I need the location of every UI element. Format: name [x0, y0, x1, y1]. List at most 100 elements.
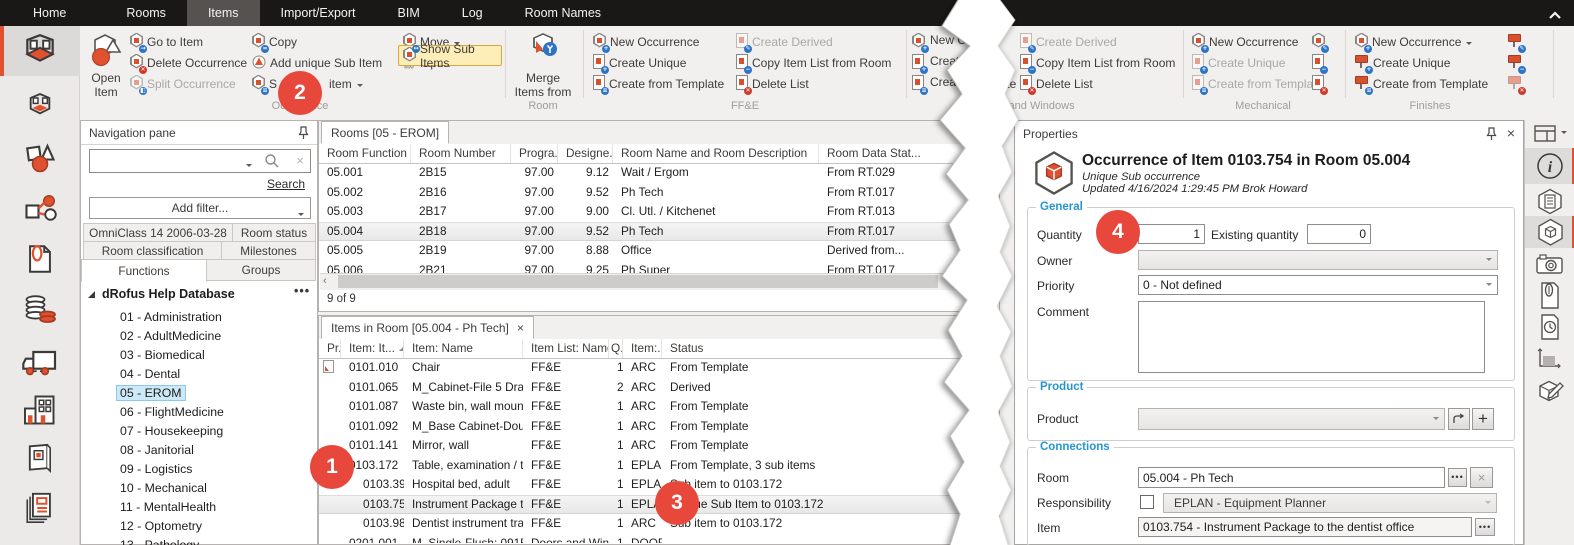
tree-item[interactable]: 10 - Mechanical	[116, 480, 211, 496]
sidebar-documents-module[interactable]	[0, 236, 80, 282]
doors-create-from-template-button[interactable]: ≡ Create from Template	[912, 75, 924, 92]
tree-item[interactable]: 07 - Housekeeping	[116, 423, 227, 439]
item-browse-button[interactable]: •••	[1475, 518, 1495, 536]
mech-new-occurrence-button[interactable]: + New Occurrence	[1192, 33, 1298, 50]
open-item-button[interactable]: Open Item	[85, 32, 127, 99]
rail-history-tab[interactable]	[1525, 312, 1574, 342]
rail-attachments-tab[interactable]	[1525, 280, 1574, 310]
comment-textarea[interactable]	[1138, 301, 1485, 373]
doors-new-occurrence-button[interactable]: + New Occurrence	[912, 33, 925, 50]
navigation-search-input[interactable]: ×	[89, 149, 311, 173]
go-to-item-button[interactable]: → Go to Item	[130, 33, 203, 50]
rooms-tab[interactable]: Rooms [05 - EROM]	[321, 121, 449, 144]
tree-item[interactable]: 13 - Pathology	[116, 537, 203, 545]
ffe-create-derived-button[interactable]: ✎ Create Derived	[736, 33, 833, 50]
sidebar-systems-module[interactable]	[0, 186, 80, 234]
sidebar-room-templates-module[interactable]	[0, 82, 80, 130]
tree-item[interactable]: 04 - Dental	[116, 366, 184, 382]
item-row[interactable]: 0103.172Table, examination / tre...FF&E1…	[319, 456, 999, 476]
room-clear-button[interactable]: ×	[1470, 467, 1493, 488]
fin-copy-list-button[interactable]: −	[1508, 54, 1522, 71]
room-row[interactable]: 05.0032B1797.009.00Cl. Utl. / KitchenetF…	[319, 202, 999, 222]
rail-edit-model-tab[interactable]	[1525, 376, 1574, 406]
room-row[interactable]: 05.0012B1597.009.12Wait / ErgomFrom RT.0…	[319, 163, 999, 183]
priority-dropdown[interactable]: 0 - Not defined	[1138, 275, 1498, 295]
search-icon[interactable]	[264, 153, 280, 174]
close-tab-icon[interactable]: ×	[517, 321, 524, 335]
fin-create-derived-button[interactable]: ✎	[1508, 33, 1522, 50]
item-input[interactable]: 0103.754 - Instrument Package to the den…	[1138, 517, 1472, 537]
ffe-copy-item-list-button[interactable]: − Copy Item List from Room	[736, 54, 891, 71]
rail-info-tab[interactable]: i	[1525, 148, 1574, 184]
tab-groups[interactable]: Groups	[206, 259, 316, 281]
tree-item[interactable]: 01 - Administration	[116, 309, 226, 325]
product-add-button[interactable]: +	[1472, 408, 1494, 430]
tree-item[interactable]: 08 - Janitorial	[116, 442, 198, 458]
tree-item[interactable]: 11 - MentalHealth	[116, 499, 220, 515]
menu-room-names[interactable]: Room Names	[504, 0, 622, 26]
tree-item[interactable]: 03 - Biomedical	[116, 347, 209, 363]
tab-omniclass[interactable]: OmniClass 14 2006-03-28	[83, 223, 233, 242]
tab-functions[interactable]: Functions	[81, 259, 207, 282]
item-row[interactable]: 0101.087Waste bin, wall mountedFF&E1ARCF…	[319, 397, 999, 417]
tree-item-selected[interactable]: 05 - EROM	[116, 385, 186, 401]
room-row[interactable]: 05.0022B1697.009.52Ph TechFrom RT.017	[319, 183, 999, 203]
close-panel-icon[interactable]: ×	[1507, 125, 1515, 141]
fin-delete-list-button[interactable]: ✕	[1508, 75, 1522, 92]
doors-delete-list-button[interactable]: ✕ Delete List	[1020, 75, 1093, 92]
collapse-ribbon-icon[interactable]	[1548, 7, 1562, 25]
menu-import-export[interactable]: Import/Export	[260, 0, 377, 26]
item-row[interactable]: 0101.092M_Base Cabinet-Double...FF&E1ARC…	[319, 417, 999, 437]
tab-room-status[interactable]: Room status	[232, 223, 316, 242]
ffe-delete-list-button[interactable]: ✕ Delete List	[736, 75, 809, 92]
ffe-create-from-template-button[interactable]: ≡ Create from Template	[593, 75, 724, 92]
rooms-horizontal-scrollbar[interactable]: ‹	[320, 273, 998, 290]
tree-item[interactable]: 12 - Optometry	[116, 518, 206, 534]
tree-expander-icon[interactable]	[87, 290, 96, 299]
menu-items[interactable]: Items	[187, 0, 260, 26]
sidebar-logistics-module[interactable]	[0, 338, 80, 386]
fin-create-from-template-button[interactable]: ≡ Create from Template	[1355, 75, 1488, 92]
rail-layout-button[interactable]	[1525, 123, 1574, 145]
product-dropdown[interactable]	[1138, 408, 1445, 430]
rail-photos-tab[interactable]	[1525, 250, 1574, 278]
mech-create-from-template-button[interactable]: ≡ Create from Template	[1192, 75, 1323, 92]
doors-create-unique-button[interactable]: + Create Unique	[912, 54, 924, 71]
tree-item[interactable]: 06 - FlightMedicine	[116, 404, 228, 420]
copy-button[interactable]: = Copy	[252, 33, 297, 50]
doors-copy-item-list-button[interactable]: − Copy Item List from Room	[1020, 54, 1175, 71]
quantity-input[interactable]: 1	[1138, 224, 1205, 244]
split-occurrence-button[interactable]: ◧ Split Occurrence	[130, 75, 236, 92]
sidebar-buildings-module[interactable]	[0, 388, 80, 432]
fin-create-unique-button[interactable]: + Create Unique	[1355, 54, 1450, 71]
fin-new-occurrence-button[interactable]: + New Occurrence	[1355, 33, 1472, 50]
pin-icon[interactable]	[298, 126, 309, 143]
menu-rooms[interactable]: Rooms	[105, 0, 187, 26]
ffe-create-unique-button[interactable]: + Create Unique	[593, 54, 686, 71]
delete-occurrence-button[interactable]: ✕ Delete Occurrence	[130, 54, 247, 71]
scrollbar-thumb[interactable]	[338, 275, 938, 288]
doors-create-derived-button[interactable]: ✎ Create Derived	[1020, 33, 1117, 50]
clear-search-icon[interactable]: ×	[296, 153, 304, 168]
product-goto-button[interactable]	[1448, 408, 1470, 430]
rail-item-data-tab[interactable]	[1525, 186, 1574, 216]
merge-items-from-button[interactable]: Merge Items from	[512, 32, 574, 99]
menu-home[interactable]: Home	[12, 0, 87, 26]
search-options-caret-icon[interactable]	[246, 164, 252, 170]
ffe-new-occurrence-button[interactable]: + New Occurrence	[593, 33, 699, 50]
room-input[interactable]: 05.004 - Ph Tech	[1138, 467, 1445, 488]
menu-bim[interactable]: BIM	[377, 0, 441, 26]
item-row[interactable]: 0201.001M_Single-Flush: 0915 x...Doors a…	[319, 534, 999, 544]
responsibility-dropdown[interactable]: EPLAN - Equipment Planner	[1163, 493, 1497, 513]
tree-menu-icon[interactable]: •••	[294, 284, 310, 298]
sidebar-reports-module[interactable]	[0, 484, 80, 532]
tree-item[interactable]: 02 - AdultMedicine	[116, 328, 225, 344]
search-link[interactable]: Search	[267, 177, 305, 191]
item-row[interactable]: 0101.141Mirror, wallFF&E1ARCFrom Templat…	[319, 436, 999, 456]
tree-item[interactable]: 09 - Logistics	[116, 461, 196, 477]
sidebar-rooms-module[interactable]	[0, 26, 80, 76]
scroll-left-icon[interactable]: ‹	[323, 275, 327, 287]
mech-create-derived-button[interactable]: ✎	[1312, 33, 1325, 50]
items-tab[interactable]: Items in Room [05.004 - Ph Tech] ×	[321, 316, 534, 339]
room-row[interactable]: 05.0052B1997.008.88OfficeDerived from...	[319, 241, 999, 261]
